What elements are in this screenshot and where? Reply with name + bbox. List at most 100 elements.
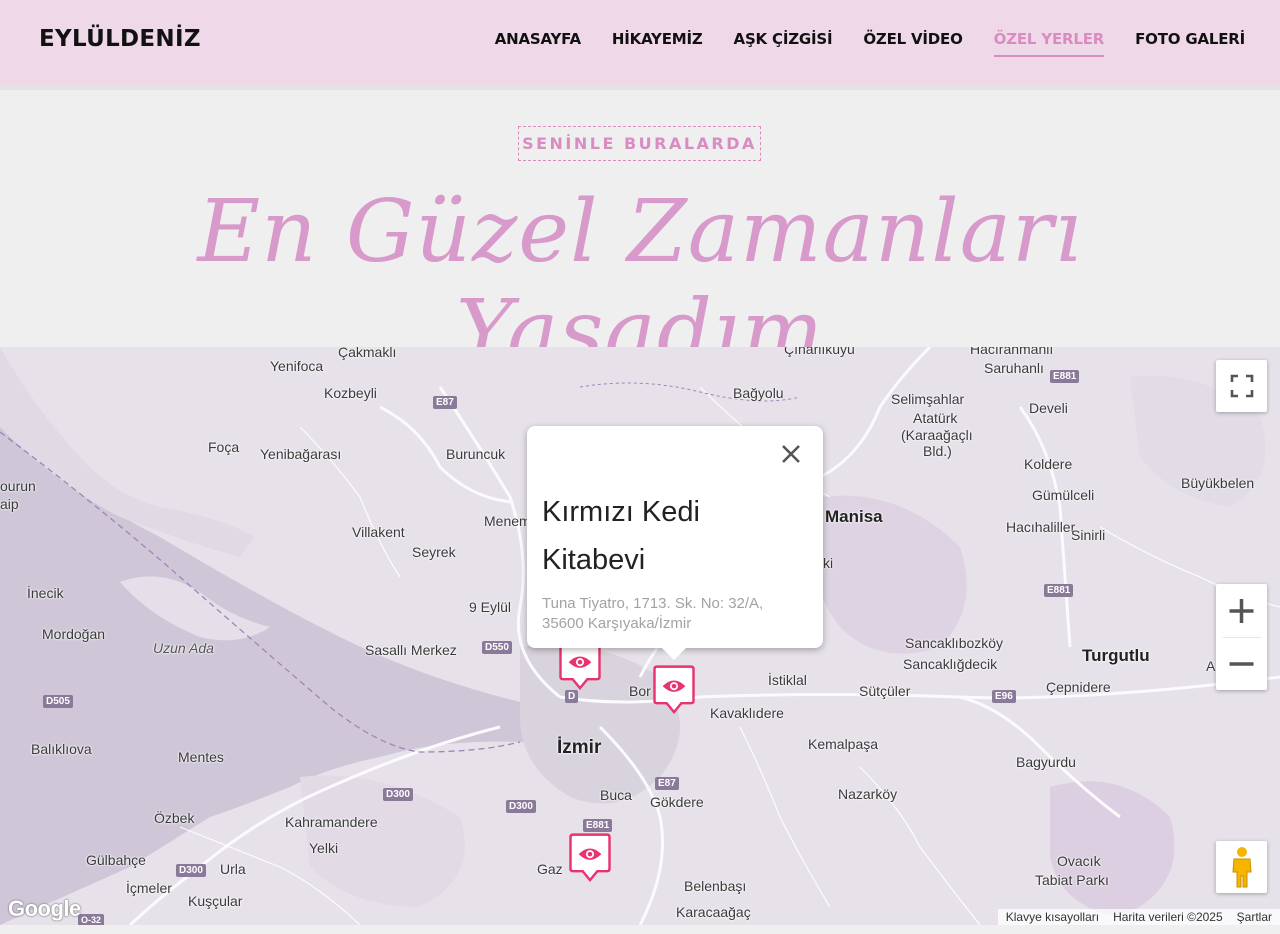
map-label: Kahramandere [285,814,378,830]
place-marker-active[interactable] [649,665,699,717]
place-address: Tuna Tiyatro, 1713. Sk. No: 32/A, 35600 … [542,595,764,632]
map-label: Uzun Ada [153,640,214,656]
map-label: İstiklal [768,672,807,688]
map-label: Villakent [352,524,405,540]
map-view[interactable]: Çakmaklı Yenifoca Kozbeyli Foça Yenibağa… [0,347,1280,925]
map-label: Sancaklığdecik [903,656,998,672]
map-label: Kozbeyli [324,385,377,401]
close-icon[interactable] [779,442,803,466]
map-label: Kemalpaşa [808,736,879,752]
map-label: Seyrek [412,544,456,560]
zoom-out-button[interactable] [1216,638,1267,690]
map-label: Çakmaklı [338,347,397,360]
map-label: Yenifoca [270,358,324,374]
map-label: Hacıhaliller [1006,519,1076,535]
road-shield: D300 [506,800,536,813]
keyboard-shortcuts-link[interactable]: Klavye kısayolları [1006,910,1099,924]
map-label: Develi [1029,400,1068,416]
map-label: ki [823,555,834,571]
road-shield: D505 [43,695,73,708]
map-label: aip [0,496,19,512]
map-label: Bld.) [923,443,952,459]
nav-hikayemiz[interactable]: HİKAYEMİZ [612,30,703,57]
road-shield: D550 [482,641,512,654]
nav-ask-cizgisi[interactable]: AŞK ÇİZGİSİ [734,30,833,57]
map-label: Menem [484,513,531,529]
map-label: Kavaklıdere [710,705,784,721]
map-label: Urla [220,861,246,877]
road-shield: E96 [992,690,1016,703]
zoom-control [1216,584,1267,690]
place-title: Kırmızı Kedi Kitabevi [542,496,700,576]
road-shield: D300 [176,864,206,877]
brand-logo[interactable]: EYLÜLDENİZ [39,26,201,52]
zoom-in-button[interactable] [1216,585,1267,637]
map-label: Balıklıova [31,741,92,757]
page-bottom [0,925,1280,934]
road-shield: E881 [583,819,613,832]
road-shield: D300 [383,788,413,801]
map-label: Mentes [178,749,224,765]
map-label: Bor [629,683,651,699]
map-label-city: Turgutlu [1082,646,1150,665]
map-label: İçmeler [126,880,172,896]
map-label: Saruhanlı [984,360,1044,376]
map-label: 9 Eylül [469,599,512,615]
map-label: Koldere [1024,456,1073,472]
map-label: Ovacık [1057,853,1101,869]
map-label: Çepnidere [1046,679,1111,695]
place-marker[interactable] [565,833,615,885]
nav-ozel-yerler[interactable]: ÖZEL YERLER [993,30,1104,57]
fullscreen-button[interactable] [1216,360,1267,412]
road-shield: E881 [1044,584,1074,597]
map-label: Gaz [537,861,563,877]
map-label: Bağyolu [733,385,784,401]
map-label: Yenibağarası [260,446,342,462]
map-label: Buruncuk [446,446,506,462]
map-label: Nazarköy [838,786,898,802]
street-view-pegman[interactable] [1216,841,1267,893]
map-label: A [1206,658,1216,674]
main-nav: ANASAYFA HİKAYEMİZ AŞK ÇİZGİSİ ÖZEL VİDE… [495,30,1245,57]
terms-link[interactable]: Şartlar [1237,910,1272,924]
map-label: Sinirli [1071,527,1106,543]
hero-section: SENİNLE BURALARDA En Güzel Zamanları Yaş… [0,90,1280,382]
info-window: Kırmızı Kedi Kitabevi Tuna Tiyatro, 1713… [527,426,823,660]
map-label: Gümülceli [1032,487,1095,503]
map-label: Bagyurdu [1016,754,1076,770]
map-label: Mordoğan [42,626,106,642]
nav-anasayfa[interactable]: ANASAYFA [495,30,581,57]
road-shield: E87 [655,777,679,790]
map-label: Büyükbelen [1181,475,1255,491]
section-tag: SENİNLE BURALARDA [518,126,761,161]
map-label: Sasallı Merkez [365,642,457,658]
map-label: Gülbahçe [86,852,146,868]
map-label: Karacaağaç [676,904,751,920]
map-label: Yelki [309,840,339,856]
nav-ozel-video[interactable]: ÖZEL VİDEO [863,30,962,57]
map-label: Sütçüler [859,683,911,699]
map-label: Hacıranmanlı [970,347,1054,357]
map-label: Kuşçular [188,893,243,909]
map-label: İnecik [27,585,64,601]
map-label: Buca [600,787,632,803]
map-label: Belenbaşı [684,878,747,894]
map-data-text: Harita verileri ©2025 [1113,910,1223,924]
place-marker[interactable] [555,641,605,693]
google-logo: Google [8,896,81,921]
map-label: (Karaağaçlı [901,427,973,443]
map-label: Selimşahlar [891,391,965,407]
map-label: Özbek [154,810,195,826]
map-attribution: Klavye kısayolları Harita verileri ©2025… [997,909,1280,925]
map-label: Foça [208,439,240,455]
road-shield: O-32 [78,914,105,925]
map-label: ourun [0,478,36,494]
road-shield: E881 [1050,370,1080,383]
map-label-city: İzmir [557,737,602,758]
map-label: Sancaklıbozköy [905,635,1004,651]
nav-foto-galeri[interactable]: FOTO GALERİ [1135,30,1245,57]
map-label: Çınarlıkuyu [784,347,855,357]
map-label: Tabiat Parkı [1035,872,1109,888]
map-label: Gökdere [650,794,704,810]
top-navbar: EYLÜLDENİZ ANASAYFA HİKAYEMİZ AŞK ÇİZGİS… [0,0,1280,90]
